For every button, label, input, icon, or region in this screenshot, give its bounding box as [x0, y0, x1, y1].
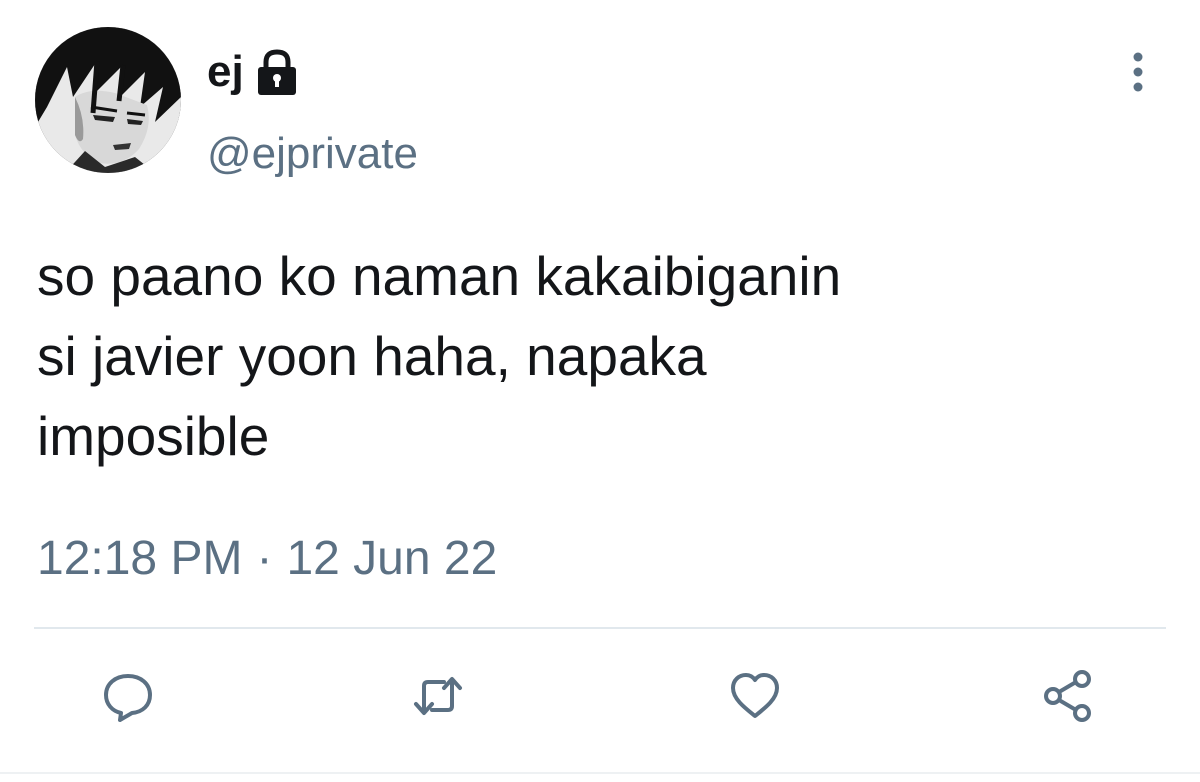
avatar-image	[35, 27, 181, 173]
avatar[interactable]	[35, 27, 181, 173]
speech-bubble-icon	[104, 674, 152, 722]
lock-icon	[252, 47, 302, 97]
meta-separator: ·	[256, 532, 273, 585]
display-name[interactable]: ej	[207, 50, 244, 94]
author-handle[interactable]: @ejprivate	[207, 132, 418, 176]
reply-button[interactable]	[100, 668, 156, 724]
author-name-row[interactable]: ej	[207, 42, 302, 102]
bottom-divider	[0, 772, 1200, 774]
vertical-ellipsis-icon[interactable]	[1120, 48, 1156, 96]
like-button[interactable]	[727, 668, 783, 724]
tweet-date: 12 Jun 22	[286, 532, 498, 585]
retweet-button[interactable]	[410, 668, 466, 724]
divider	[34, 627, 1166, 629]
tweet-timestamp[interactable]: 12:18 PM · 12 Jun 22	[37, 535, 497, 583]
tweet-text: so paano ko naman kakaibiganin si javier…	[37, 245, 842, 467]
share-nodes-icon	[1044, 670, 1091, 722]
share-button[interactable]	[1040, 668, 1096, 724]
retweet-arrows-icon	[414, 677, 462, 715]
heart-icon	[731, 673, 779, 718]
tweet-time: 12:18 PM	[37, 532, 243, 585]
